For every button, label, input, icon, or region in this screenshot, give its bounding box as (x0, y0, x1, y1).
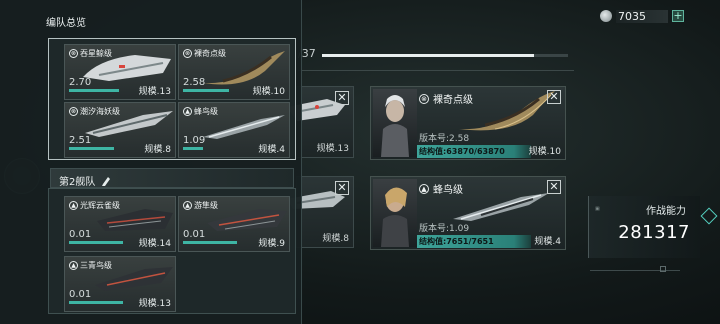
ship-card-hummingbird[interactable]: ▲ 蜂鸟级 ✕ 版本号:1.09 结构值:7651/7651 规模.4 (370, 176, 566, 250)
ship-version: 2.58 (183, 77, 206, 88)
mini-ship-card[interactable]: ▲ 蜂鸟级 1.09 规模.4 (178, 102, 290, 158)
mini-ship-card[interactable]: ⊗ 潮汐海妖级 2.51 规模.8 (64, 102, 176, 158)
fleet-2-title: 第2舰队 (59, 177, 96, 188)
progress-track (322, 54, 568, 57)
version-bar (183, 241, 237, 244)
warning-icon: ▲ (183, 107, 192, 116)
ship-scale: 规模.14 (138, 239, 171, 249)
version-number: 版本号:1.09 (419, 224, 470, 234)
version-bar (183, 89, 229, 92)
mini-ship-card[interactable]: ⊗ 裸奇点级 2.58 规模.10 (178, 44, 290, 100)
fleet-overview-panel: 编队总览 ⊗ 吞星鲸级 2.70 规模.13 ⊗ 裸奇点级 2.58 规模.10 ⊗… (0, 0, 302, 324)
ship-version: 0.01 (69, 229, 92, 240)
structure-value: 结构值:63870/63870 (419, 147, 505, 156)
ship-name: 吞星鲸级 (80, 49, 112, 58)
target-icon: ⊗ (419, 93, 429, 104)
ship-scale: 规模.10 (252, 87, 285, 97)
divider-line (590, 270, 680, 271)
structure-bar: 结构值:63870/63870 (417, 145, 531, 158)
version-bar (69, 241, 123, 244)
remove-button[interactable]: ✕ (335, 91, 349, 105)
ship-name: 潮汐海妖级 (80, 107, 120, 116)
ship-card-singularity[interactable]: ⊗ 裸奇点级 ✕ 版本号:2.58 结构值:63870/63870 规模.10 (370, 86, 566, 160)
version-number: 版本号:2.58 (419, 134, 470, 144)
combat-power-panel: ▣ 作战能力 281317 (588, 196, 700, 258)
version-bar (69, 147, 114, 150)
ship-scale: 规模.13 (138, 299, 171, 309)
overview-title: 编队总览 (46, 18, 86, 29)
edit-icon[interactable] (101, 172, 111, 186)
coin-icon (600, 10, 612, 22)
diamond-icon (700, 207, 718, 225)
version-bar (69, 89, 119, 92)
version-bar (69, 301, 123, 304)
ship-name: 蜂鸟级 (194, 107, 218, 116)
fleet-progress: /37 (298, 44, 578, 64)
captain-portrait (373, 179, 417, 247)
ship-scale: 规模.8 (144, 145, 171, 155)
ship-version: 1.09 (183, 135, 206, 146)
remove-button[interactable]: ✕ (547, 180, 561, 194)
ship-scale: 规模.9 (258, 239, 285, 249)
ship-scale: 规模.4 (534, 237, 561, 247)
warning-icon: ▲ (69, 261, 78, 270)
currency-amount: 7035 (616, 9, 668, 23)
target-icon: ⊗ (69, 49, 78, 58)
captain-portrait (373, 89, 417, 157)
fleet-2-header[interactable]: 第2舰队 (50, 168, 294, 188)
mini-ship-card[interactable]: ▲ 游隼级 0.01 规模.9 (178, 196, 290, 252)
currency-display: 7035 + (600, 8, 684, 24)
power-decoration: ▣ (595, 206, 600, 212)
divider-line (298, 70, 574, 71)
progress-fill (322, 54, 534, 57)
structure-value: 结构值:7651/7651 (419, 237, 494, 246)
warning-icon: ▲ (69, 201, 78, 210)
combat-power-value: 281317 (618, 222, 690, 243)
ship-version: 2.51 (69, 135, 92, 146)
target-icon: ⊗ (183, 49, 192, 58)
ship-version: 0.01 (183, 229, 206, 240)
target-icon: ⊗ (69, 107, 78, 116)
ship-name: 裸奇点级 (194, 49, 226, 58)
warning-icon: ▲ (419, 183, 429, 194)
warning-icon: ▲ (183, 201, 192, 210)
mini-ship-card[interactable]: ▲ 光辉云雀级 0.01 规模.14 (64, 196, 176, 252)
ship-scale: 规模.8 (322, 234, 349, 244)
ship-image (451, 189, 551, 223)
bg-ship-card-1[interactable]: ✕ 规模.13 (287, 86, 354, 158)
structure-bar: 结构值:7651/7651 (417, 235, 531, 248)
mini-ship-card[interactable]: ▲ 三青鸟级 0.01 规模.13 (64, 256, 176, 312)
remove-button[interactable]: ✕ (335, 181, 349, 195)
ship-scale: 规模.10 (528, 147, 561, 157)
combat-power-label: 作战能力 (646, 206, 686, 217)
mini-ship-card[interactable]: ⊗ 吞星鲸级 2.70 规模.13 (64, 44, 176, 100)
ship-scale: 规模.13 (316, 144, 349, 154)
bg-ship-card-2[interactable]: ✕ 规模.8 (287, 176, 354, 248)
ship-version: 2.70 (69, 77, 92, 88)
version-bar (183, 147, 203, 150)
ship-name: 光辉云雀级 (80, 201, 120, 210)
tick-icon (660, 266, 666, 272)
remove-button[interactable]: ✕ (547, 90, 561, 104)
ship-name: 三青鸟级 (80, 261, 112, 270)
ship-scale: 规模.13 (138, 87, 171, 97)
add-currency-button[interactable]: + (672, 10, 684, 22)
ship-scale: 规模.4 (258, 145, 285, 155)
ship-image (455, 89, 559, 137)
ship-name: 游隼级 (194, 201, 218, 210)
ship-version: 0.01 (69, 289, 92, 300)
